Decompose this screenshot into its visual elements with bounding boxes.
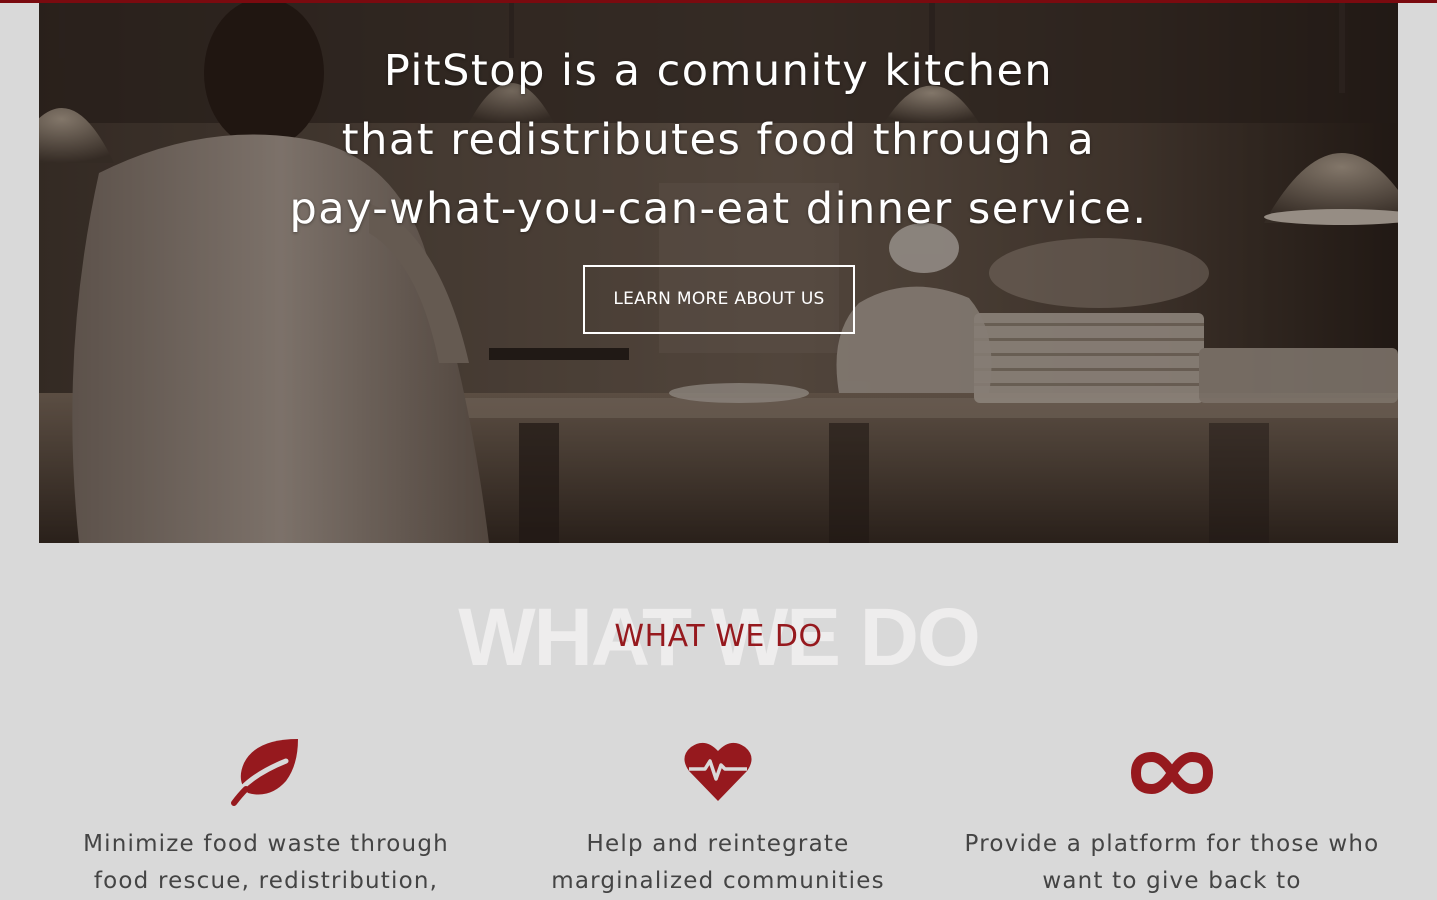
hero-headline-line-1: PitStop is a comunity kitchen [383, 46, 1054, 96]
what-we-do-heading: WHAT WE DO [614, 619, 823, 654]
infinity-icon [1130, 751, 1214, 795]
leaf-icon [229, 739, 298, 806]
hero-headline-line-3: pay-what-you-can-eat dinner service. [289, 184, 1148, 234]
hero-headline-line-2: that redistributes food through a [341, 115, 1096, 165]
feature-reintegrate-text: Help and reintegrate marginalized commun… [551, 831, 885, 894]
feature-reintegrate: Help and reintegrate marginalized commun… [508, 735, 928, 900]
features-row: Minimize food waste through food rescue,… [0, 735, 1437, 897]
heartbeat-icon [684, 742, 752, 801]
feature-platform-text: Provide a platform for those who want to… [964, 831, 1380, 894]
hero-headline: PitStop is a comunity kitchen that redis… [39, 37, 1398, 244]
what-we-do-heading-block: WHAT WE DO WHAT WE DO [0, 590, 1437, 685]
feature-food-waste: Minimize food waste through food rescue,… [56, 735, 476, 900]
feature-food-waste-text: Minimize food waste through food rescue,… [83, 831, 449, 894]
learn-more-button[interactable]: LEARN MORE ABOUT US [583, 265, 855, 334]
feature-platform: Provide a platform for those who want to… [962, 735, 1382, 900]
hero-banner: PitStop is a comunity kitchen that redis… [39, 3, 1398, 543]
